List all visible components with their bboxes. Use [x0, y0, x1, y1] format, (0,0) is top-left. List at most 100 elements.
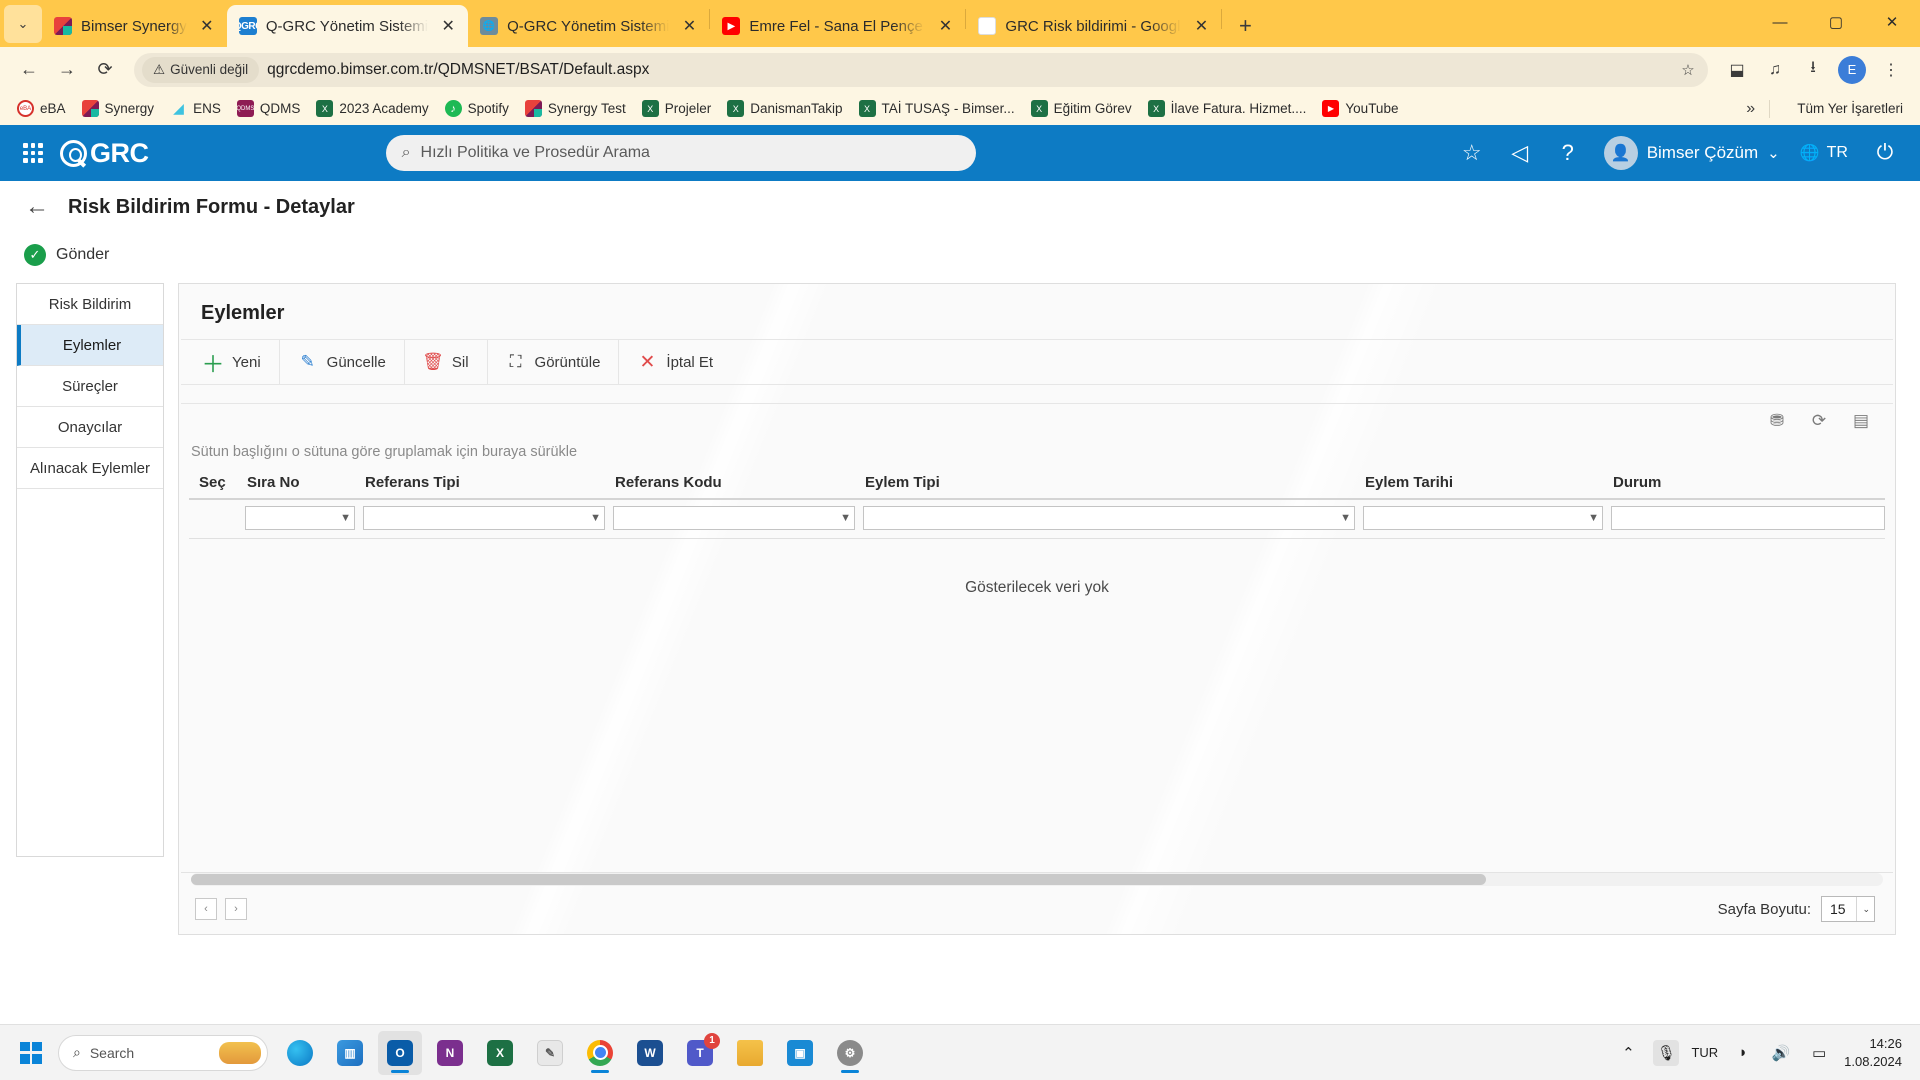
taskbar-outlook-icon[interactable]: O	[378, 1030, 422, 1075]
tray-language[interactable]: TUR	[1691, 1045, 1718, 1060]
bookmark-eba[interactable]: eBA eBA	[10, 97, 73, 120]
help-question-icon[interactable]: ?	[1546, 131, 1590, 175]
column-header-eylem-tarihi[interactable]: Eylem Tarihi	[1355, 474, 1603, 491]
taskbar-search-input[interactable]: ⌕ Search	[58, 1034, 268, 1071]
view-button[interactable]: ⛶ Görüntüle	[488, 340, 620, 384]
filter-input-eylem-tipi[interactable]: ▼	[863, 506, 1355, 530]
browser-menu-icon[interactable]: ⋮	[1874, 53, 1908, 87]
battery-icon[interactable]: ▭	[1806, 1040, 1832, 1066]
wifi-icon[interactable]: ◗	[1730, 1040, 1756, 1066]
cancel-button[interactable]: ✕ İptal Et	[619, 340, 731, 384]
tab-search-button[interactable]: ⌄	[4, 5, 42, 43]
profile-avatar[interactable]: E	[1838, 55, 1866, 84]
taskbar-settings-gear-icon[interactable]: ⚙	[828, 1031, 872, 1075]
bookmark-star-icon[interactable]: ☆	[1674, 56, 1702, 84]
new-tab-button[interactable]: +	[1228, 9, 1262, 43]
column-header-referans-kodu[interactable]: Referans Kodu	[605, 474, 855, 491]
global-search-input[interactable]: ⌕ Hızlı Politika ve Prosedür Arama	[385, 135, 976, 171]
security-badge[interactable]: ⚠ Güvenli değil	[142, 56, 260, 83]
column-header-eylem-tipi[interactable]: Eylem Tipi	[855, 474, 1355, 491]
browser-tab-2[interactable]: 🌐 Q-GRC Yönetim Sistemi ✕	[468, 5, 709, 47]
bookmark-youtube[interactable]: ▶ YouTube	[1315, 97, 1405, 120]
funnel-icon[interactable]: ▼	[840, 512, 851, 524]
sidebar-item-onaycilar[interactable]: Onaycılar	[17, 407, 163, 448]
windows-start-icon[interactable]	[10, 1032, 52, 1074]
browser-tab-3[interactable]: ▶ Emre Fel - Sana El Pençe Durma ✕	[710, 5, 965, 47]
bookmark-2023-academy[interactable]: X 2023 Academy	[309, 97, 435, 120]
browser-tab-4[interactable]: G GRC Risk bildirimi - Google'da A ✕	[966, 5, 1221, 47]
reload-icon[interactable]: ⟳	[88, 53, 122, 87]
clear-filter-icon[interactable]: ⛃	[1767, 411, 1787, 431]
back-arrow-icon[interactable]: ←	[24, 193, 50, 221]
new-button[interactable]: ＋ Yeni	[181, 340, 280, 384]
filter-cell-durum[interactable]	[1603, 506, 1885, 530]
bookmark-tai-tusas[interactable]: X TAİ TUSAŞ - Bimser...	[852, 97, 1022, 120]
forward-icon[interactable]: →	[50, 53, 84, 87]
group-panel-hint[interactable]: Sütun başlığını o sütuna göre gruplamak …	[181, 438, 1893, 474]
funnel-icon[interactable]: ▼	[1340, 512, 1351, 524]
browser-tab-0[interactable]: Bimser Synergy ✕	[42, 5, 227, 47]
grid-horizontal-scrollbar[interactable]	[191, 873, 1883, 886]
taskbar-teams-icon[interactable]: T 1	[678, 1031, 722, 1075]
filter-input-referans-kodu[interactable]: ▼	[613, 506, 855, 530]
filter-cell-eylem-tarihi[interactable]: ▼	[1355, 506, 1603, 530]
close-icon[interactable]: ✕	[934, 15, 956, 37]
close-icon[interactable]: ✕	[437, 15, 459, 37]
power-icon[interactable]: ⏻	[1868, 136, 1902, 170]
bookmarks-overflow-icon[interactable]: »	[1746, 100, 1755, 118]
filter-input-eylem-tarihi[interactable]: ▼	[1363, 506, 1603, 530]
url-text[interactable]: qgrcdemo.bimser.com.tr/QDMSNET/BSAT/Defa…	[267, 61, 1666, 79]
filter-cell-referans-kodu[interactable]: ▼	[605, 506, 855, 530]
column-header-sec[interactable]: Seç	[189, 474, 237, 491]
funnel-icon[interactable]: ▼	[1588, 512, 1599, 524]
all-bookmarks-button[interactable]: Tüm Yer İşaretleri	[1784, 98, 1910, 119]
sidebar-item-alinacak-eylemler[interactable]: Alınacak Eylemler	[17, 448, 163, 489]
tray-chevron-icon[interactable]: ⌃	[1615, 1040, 1641, 1066]
filter-cell-eylem-tipi[interactable]: ▼	[855, 506, 1355, 530]
taskbar-chrome-icon[interactable]	[578, 1031, 622, 1075]
taskbar-edge-icon[interactable]	[278, 1031, 322, 1075]
scrollbar-thumb[interactable]	[191, 874, 1486, 885]
delete-button[interactable]: 🗑 Sil	[405, 340, 488, 384]
announcement-megaphone-icon[interactable]: ◁	[1498, 131, 1542, 175]
bookmark-synergy[interactable]: Synergy	[75, 97, 162, 120]
filter-input-referans-tipi[interactable]: ▼	[363, 506, 605, 530]
qgrc-logo[interactable]: GRC	[60, 138, 149, 169]
bookmark-projeler[interactable]: X Projeler	[635, 97, 719, 120]
taskbar-onenote-icon[interactable]: N	[428, 1031, 472, 1075]
extensions-icon[interactable]: ⬓	[1720, 53, 1754, 87]
taskbar-notepad-icon[interactable]: ✎	[528, 1031, 572, 1075]
funnel-icon[interactable]: ▼	[340, 512, 351, 524]
bookmark-ens[interactable]: ◢ ENS	[163, 97, 228, 120]
reading-list-icon[interactable]: ♫	[1758, 53, 1792, 87]
back-icon[interactable]: ←	[12, 53, 46, 87]
column-header-sira-no[interactable]: Sıra No	[237, 474, 355, 491]
address-bar[interactable]: ⚠ Güvenli değil qgrcdemo.bimser.com.tr/Q…	[134, 52, 1708, 87]
mic-muted-icon[interactable]: 🎙	[1653, 1039, 1680, 1066]
bookmark-synergy-test[interactable]: Synergy Test	[518, 97, 633, 120]
taskbar-file-explorer-icon[interactable]	[728, 1031, 772, 1075]
bookmark-spotify[interactable]: ♪ Spotify	[438, 97, 516, 120]
apps-grid-icon[interactable]	[18, 138, 48, 168]
column-header-durum[interactable]: Durum	[1603, 474, 1885, 491]
language-selector[interactable]: 🌐 TR	[1800, 143, 1848, 163]
maximize-button[interactable]: ▢	[1808, 0, 1864, 44]
close-icon[interactable]: ✕	[678, 15, 700, 37]
minimize-button[interactable]: —	[1752, 0, 1808, 44]
filter-cell-referans-tipi[interactable]: ▼	[355, 506, 605, 530]
refresh-icon[interactable]: ⟳	[1809, 411, 1829, 431]
user-menu[interactable]: 👤 Bimser Çözüm ⌄	[1603, 136, 1780, 170]
column-chooser-icon[interactable]: ▤	[1851, 411, 1871, 431]
clock[interactable]: 14:26 1.08.2024	[1844, 1035, 1902, 1070]
page-size-select[interactable]: 15 ⌄	[1821, 896, 1875, 922]
taskbar-excel-icon[interactable]: X	[478, 1031, 522, 1075]
filter-input-sira-no[interactable]: ▼	[245, 506, 355, 530]
sidebar-item-surecler[interactable]: Süreçler	[17, 366, 163, 407]
taskbar-app-icon[interactable]: ▣	[778, 1031, 822, 1075]
funnel-icon[interactable]: ▼	[590, 512, 601, 524]
favorites-star-icon[interactable]: ☆	[1450, 131, 1494, 175]
downloads-icon[interactable]: ⭳	[1796, 53, 1830, 87]
sidebar-item-risk-bildirim[interactable]: Risk Bildirim	[17, 284, 163, 325]
update-button[interactable]: ✎ Güncelle	[280, 340, 405, 384]
pager-prev-button[interactable]: ‹	[195, 898, 217, 920]
